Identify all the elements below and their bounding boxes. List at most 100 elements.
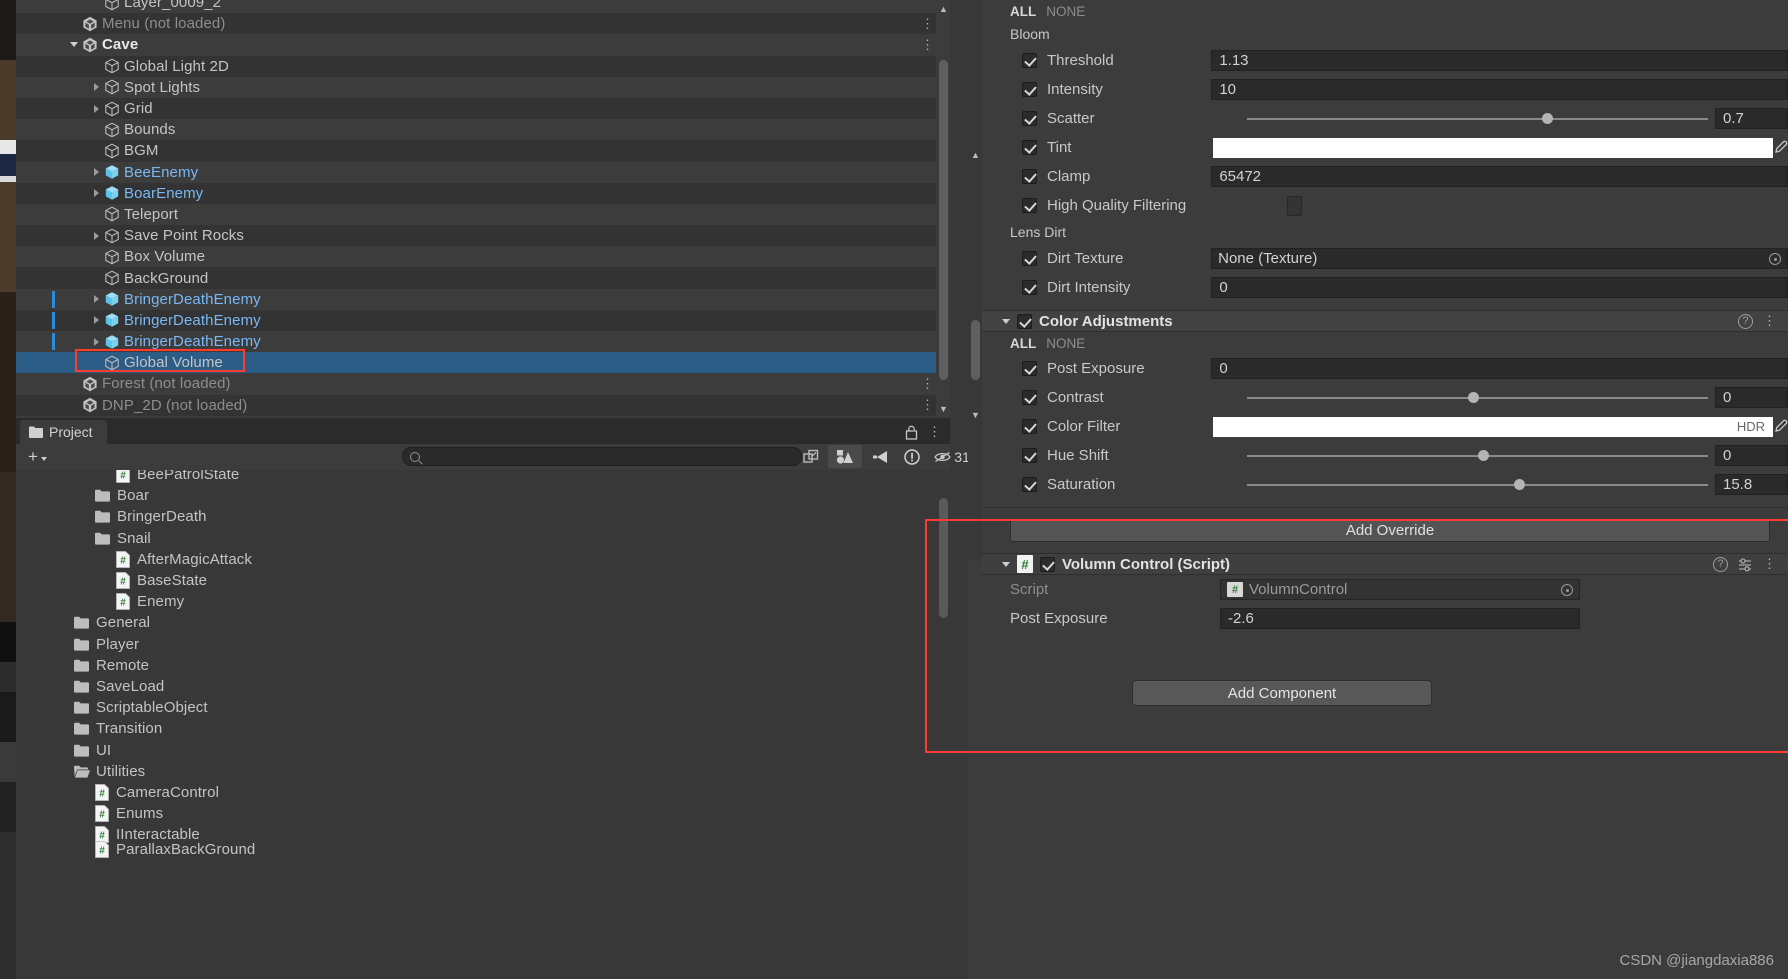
slider-knob[interactable]	[1468, 392, 1480, 403]
hierarchy-row[interactable]: Layer_0009_2	[16, 0, 950, 13]
hierarchy-scrollbar[interactable]: ▲ ▼	[936, 0, 950, 418]
clamp-row[interactable]: Clamp 65472	[982, 162, 1788, 191]
expand-toggle-icon[interactable]	[91, 356, 104, 369]
expand-toggle-icon[interactable]	[91, 166, 104, 179]
project-row[interactable]: Player	[16, 634, 936, 655]
hue-shift-value[interactable]: 0	[1715, 445, 1788, 466]
color-adjustments-all-none-row[interactable]: ALL NONE	[982, 332, 1788, 354]
hierarchy-row[interactable]: BoarEnemy›	[16, 182, 950, 204]
lock-icon[interactable]	[905, 425, 918, 440]
shapes-filter-icon[interactable]	[828, 445, 862, 468]
hierarchy-row[interactable]: Cave ⋮	[16, 34, 950, 55]
expand-toggle-icon[interactable]	[91, 60, 104, 73]
eyedropper-icon[interactable]	[1773, 417, 1788, 437]
slider-knob[interactable]	[1542, 113, 1554, 124]
expand-toggle-icon[interactable]	[91, 123, 104, 136]
inspector-panel[interactable]: ▼ ▲ ALL NONE Bloom Threshold 1.13 Intensit…	[968, 0, 1788, 979]
post-exposure-value[interactable]: -2.6	[1220, 608, 1580, 629]
saturation-slider[interactable]	[1247, 474, 1708, 495]
saturation-value[interactable]: 15.8	[1715, 474, 1788, 495]
preset-icon[interactable]	[1738, 557, 1753, 572]
volumn-control-enable-checkbox[interactable]	[1040, 556, 1055, 572]
expand-toggle-icon[interactable]	[69, 377, 82, 390]
hierarchy-row[interactable]: Global Light 2D	[16, 55, 950, 77]
expand-toggle-icon[interactable]	[69, 38, 82, 51]
expand-toggle-icon[interactable]	[91, 229, 104, 242]
project-row[interactable]: Boar	[16, 485, 936, 506]
color-adjustments-all-button[interactable]: ALL	[1010, 336, 1036, 351]
project-row[interactable]: # AfterMagicAttack	[16, 549, 936, 570]
color-adjustments-menu-icon[interactable]: ⋮	[1763, 314, 1776, 327]
add-component-button[interactable]: Add Component	[1132, 680, 1432, 706]
add-override-button[interactable]: Add Override	[1010, 519, 1770, 542]
project-row[interactable]: # BaseState	[16, 570, 936, 591]
create-asset-button[interactable]: +	[28, 447, 47, 467]
search-field[interactable]	[420, 449, 770, 464]
project-row[interactable]: BringerDeath	[16, 506, 936, 527]
bloom-none-button[interactable]: NONE	[1046, 4, 1085, 19]
project-row[interactable]: Transition	[16, 718, 936, 739]
project-row[interactable]: Snail	[16, 528, 936, 549]
tint-row[interactable]: Tint	[982, 133, 1788, 162]
project-row[interactable]: SaveLoad	[16, 676, 936, 697]
hierarchy-row[interactable]: BringerDeathEnemy›	[16, 289, 950, 310]
project-row[interactable]: Utilities	[16, 761, 936, 782]
scatter-value[interactable]: 0.7	[1715, 108, 1788, 129]
hierarchy-row[interactable]: BringerDeathEnemy›	[16, 331, 950, 352]
dirt-intensity-override-checkbox[interactable]	[1022, 280, 1037, 295]
hierarchy-row[interactable]: Box Volume	[16, 246, 950, 267]
hue-shift-row[interactable]: Hue Shift 0	[982, 441, 1788, 470]
scene-context-menu-icon[interactable]: ⋮	[921, 373, 934, 394]
tab-project[interactable]: Project	[20, 420, 107, 444]
high-quality-filtering-override-checkbox[interactable]	[1022, 198, 1037, 213]
inspector-scrollbar[interactable]: ▼ ▲	[968, 0, 982, 560]
scroll-up-arrow[interactable]: ▲	[939, 4, 948, 14]
threshold-row[interactable]: Threshold 1.13	[982, 46, 1788, 75]
saturation-override-checkbox[interactable]	[1022, 477, 1037, 492]
expand-toggle-icon[interactable]	[91, 314, 104, 327]
dirt-texture-override-checkbox[interactable]	[1022, 251, 1037, 266]
hierarchy-row[interactable]: BackGround	[16, 267, 950, 289]
chevron-down-icon[interactable]	[1002, 318, 1010, 324]
color-adjustments-enable-checkbox[interactable]	[1017, 313, 1032, 329]
project-row[interactable]: # Enums	[16, 803, 936, 824]
hierarchy-row[interactable]: BringerDeathEnemy›	[16, 309, 950, 331]
hue-shift-override-checkbox[interactable]	[1022, 448, 1037, 463]
contrast-row[interactable]: Contrast 0	[982, 383, 1788, 412]
project-panel[interactable]: Project + 31 # BeePatrolState Boar Bring…	[16, 418, 970, 979]
expand-toggle-icon[interactable]	[91, 250, 104, 263]
slider-knob[interactable]	[1477, 450, 1489, 461]
project-row[interactable]: ScriptableObject	[16, 697, 936, 718]
hue-shift-slider[interactable]	[1247, 445, 1708, 466]
dirt-intensity-row[interactable]: Dirt Intensity 0	[982, 273, 1788, 302]
color-adjustments-header[interactable]: Color Adjustments ? ⋮	[982, 310, 1788, 332]
hierarchy-row[interactable]: DNP_2D (not loaded) ⋮	[16, 394, 950, 416]
help-icon[interactable]: ?	[1738, 313, 1753, 329]
volumn-control-menu-icon[interactable]: ⋮	[1763, 557, 1776, 570]
hierarchy-row-selected[interactable]: Global Volume	[16, 352, 950, 374]
contrast-override-checkbox[interactable]	[1022, 390, 1037, 405]
project-scrollbar[interactable]	[936, 470, 950, 979]
project-panel-header-actions[interactable]: ⋮	[905, 420, 950, 444]
project-row[interactable]: Remote	[16, 655, 936, 676]
project-row[interactable]: # Enemy	[16, 591, 936, 612]
clamp-value[interactable]: 65472	[1211, 166, 1788, 187]
post-exposure-row[interactable]: Post Exposure 0	[982, 354, 1788, 383]
threshold-value[interactable]: 1.13	[1211, 50, 1788, 71]
project-panel-menu-icon[interactable]: ⋮	[928, 425, 941, 438]
project-row[interactable]: # BeePatrolState	[16, 470, 936, 485]
tint-color-swatch[interactable]	[1212, 137, 1773, 158]
hierarchy-row[interactable]: Save Point Rocks	[16, 225, 950, 247]
project-row[interactable]: General	[16, 612, 936, 633]
project-scroll-thumb[interactable]	[939, 498, 948, 618]
expand-toggle-icon[interactable]	[91, 208, 104, 221]
intensity-override-checkbox[interactable]	[1022, 82, 1037, 97]
hierarchy-scroll-thumb[interactable]	[939, 60, 948, 380]
eyedropper-icon[interactable]	[1773, 138, 1788, 158]
project-row[interactable]: UI	[16, 739, 936, 760]
scatter-slider[interactable]	[1247, 108, 1708, 129]
contrast-value[interactable]: 0	[1715, 387, 1788, 408]
hierarchy-row[interactable]: Forest (not loaded) ⋮	[16, 373, 950, 394]
scene-context-menu-icon[interactable]: ⋮	[921, 395, 934, 416]
project-row[interactable]: # ParallaxBackGround	[16, 839, 936, 860]
